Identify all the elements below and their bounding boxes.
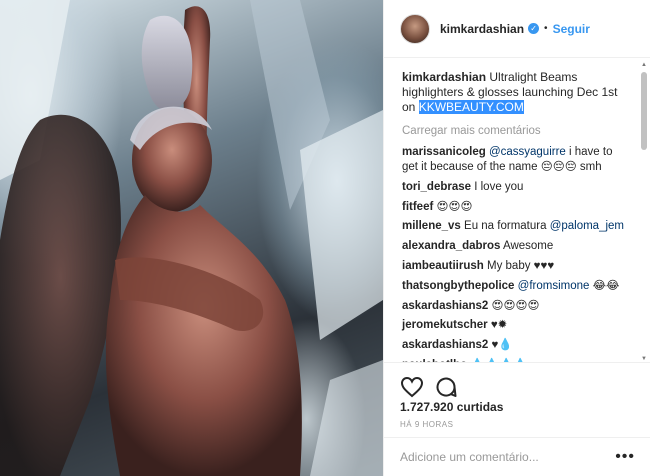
comment-text: I love you: [471, 180, 524, 193]
caption-username[interactable]: kimkardashian: [402, 70, 486, 84]
post-timestamp[interactable]: HÁ 9 HORAS: [400, 420, 453, 429]
scrollbar-thumb[interactable]: [641, 72, 647, 150]
comment-mention[interactable]: @cassyaguirre: [489, 146, 566, 158]
comment-username[interactable]: iambeautiirush: [402, 260, 484, 272]
post-header: kimkardashian ✓ • Seguir: [384, 0, 650, 58]
list-item: fitfeef 😍😍😍: [402, 200, 631, 215]
comment-text: My baby ♥♥♥: [483, 259, 555, 272]
comment-mention[interactable]: @fromsimone: [518, 280, 590, 292]
comments-scrollbar[interactable]: ▲ ▼: [641, 62, 647, 362]
comment-username[interactable]: marissanicoleg: [402, 146, 486, 158]
scroll-up-icon[interactable]: ▲: [641, 62, 647, 68]
list-item: tori_debrase I love you: [402, 180, 631, 195]
follow-button[interactable]: Seguir: [553, 22, 590, 36]
verified-badge-icon: ✓: [528, 23, 540, 34]
avatar[interactable]: [400, 13, 430, 44]
post-photo[interactable]: [0, 0, 383, 476]
comment-username[interactable]: askardashians2: [402, 300, 488, 312]
comment-username[interactable]: tori_debrase: [402, 181, 471, 193]
comment-username[interactable]: thatsongbythepolice: [402, 280, 514, 292]
comment-text: 😍😍😍: [433, 200, 473, 213]
list-item: thatsongbythepolice @fromsimone 😂😂: [402, 279, 631, 294]
post-caption: kimkardashian Ultralight Beams highlight…: [402, 70, 631, 115]
comment-text: Eu na formatura: [460, 220, 550, 233]
comment-text: 😂😂: [589, 279, 620, 292]
list-item: alexandra_dabros Awesome: [402, 239, 631, 254]
list-item: askardashians2 ♥💧: [402, 338, 631, 353]
comment-mention[interactable]: @paloma_jem: [550, 220, 624, 232]
comment-input[interactable]: [400, 450, 600, 464]
comment-username[interactable]: fitfeef: [402, 201, 433, 213]
header-username[interactable]: kimkardashian: [440, 22, 524, 36]
separator-dot: •: [544, 23, 548, 34]
likes-count[interactable]: 1.727.920 curtidas: [400, 400, 503, 414]
photo-artwork: [0, 0, 383, 476]
list-item: askardashians2 😍😍😍😍: [402, 299, 631, 314]
add-comment-bar: •••: [384, 437, 650, 476]
list-item: jeromekutscher ♥✹: [402, 318, 631, 333]
comment-text: ♥✹: [487, 319, 508, 332]
comment-username[interactable]: millene_vs: [402, 220, 461, 232]
list-item: iambeautiirush My baby ♥♥♥: [402, 259, 631, 274]
comment-text: 😍😍😍😍: [488, 299, 540, 312]
comments-list[interactable]: kimkardashian Ultralight Beams highlight…: [384, 58, 650, 362]
caption-link[interactable]: KKWBEAUTY.COM: [418, 100, 524, 114]
list-item: millene_vs Eu na formatura @paloma_jem: [402, 219, 631, 234]
comment-icon[interactable]: [434, 375, 458, 399]
comment-username[interactable]: jeromekutscher: [402, 319, 488, 331]
comment-text: Awesome: [500, 240, 554, 253]
comment-username[interactable]: alexandra_dabros: [402, 240, 500, 252]
comment-username[interactable]: askardashians2: [402, 339, 488, 351]
comment-text: ♥💧: [488, 339, 513, 352]
load-more-comments-button[interactable]: Carregar mais comentários: [402, 125, 631, 137]
post-sidebar: kimkardashian ✓ • Seguir kimkardashian U…: [383, 0, 650, 476]
heart-icon[interactable]: [400, 375, 424, 399]
list-item: marissanicoleg @cassyaguirre i have to g…: [402, 145, 631, 175]
action-bar: [384, 362, 650, 402]
more-options-icon[interactable]: •••: [615, 448, 635, 466]
